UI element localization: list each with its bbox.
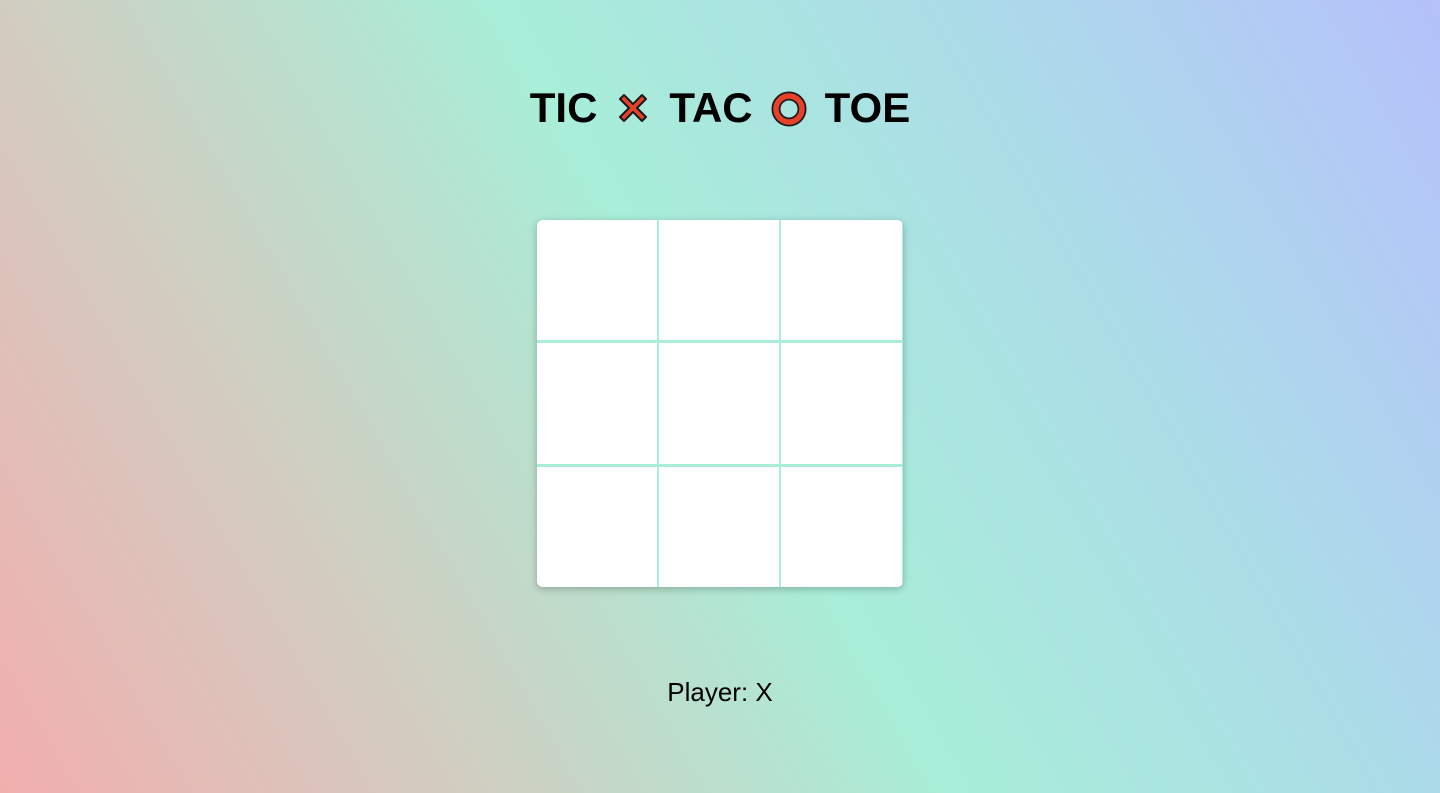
board-cell[interactable] [659, 467, 779, 587]
title-word-tic: TIC [529, 84, 598, 131]
board-cell[interactable] [781, 220, 902, 340]
x-mark-icon [613, 88, 653, 128]
board-cell[interactable] [781, 343, 902, 464]
board-cell[interactable] [537, 220, 657, 340]
board-cell[interactable] [537, 467, 657, 587]
board-cell[interactable] [659, 343, 779, 464]
game-board [537, 220, 903, 587]
board-cell[interactable] [781, 467, 902, 587]
title-word-toe: TOE [824, 84, 911, 131]
o-mark-icon [769, 88, 809, 128]
game-title: TIC TAC TOE [0, 84, 1440, 132]
board-cell[interactable] [537, 343, 657, 464]
board-cell[interactable] [659, 220, 779, 340]
player-status: Player: X [667, 677, 773, 707]
title-word-tac: TAC [669, 84, 753, 131]
